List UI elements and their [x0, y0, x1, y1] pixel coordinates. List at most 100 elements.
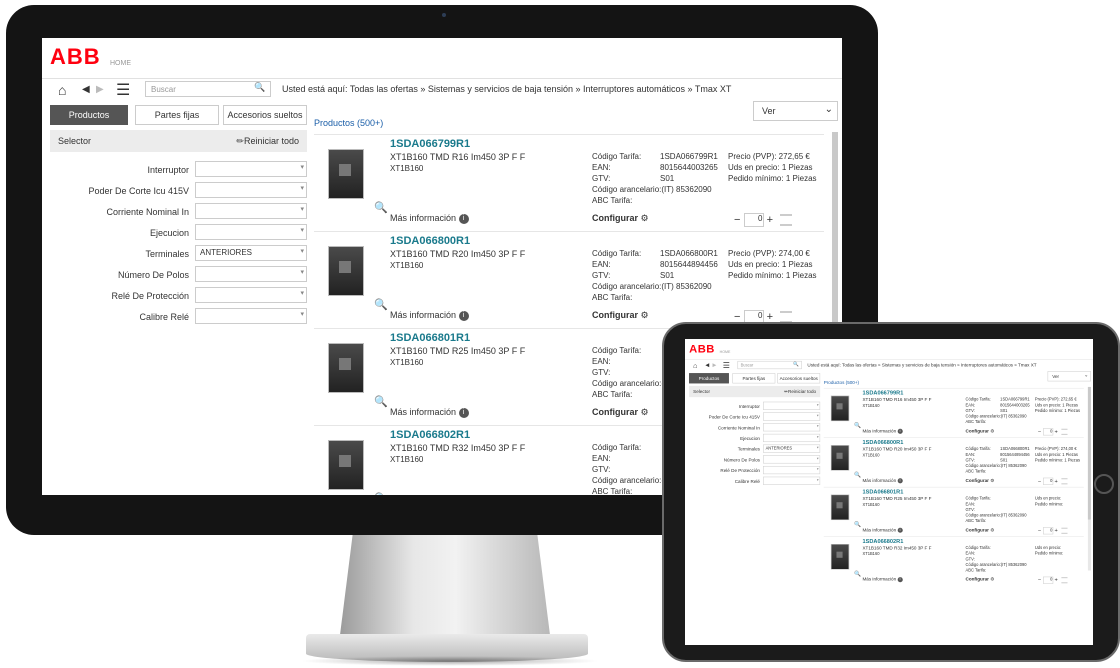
product-image[interactable] [830, 445, 850, 471]
product-image[interactable] [328, 149, 364, 199]
filter-select[interactable]: ▾ [763, 433, 821, 443]
info-icon[interactable]: i [897, 478, 903, 484]
product-id-link[interactable]: 1SDA066801R1 [390, 332, 470, 344]
info-icon[interactable]: i [897, 527, 903, 533]
configure-link[interactable]: Configurar ⚙ [592, 310, 649, 321]
gears-icon[interactable]: ⚙ [641, 407, 649, 417]
filter-select[interactable]: ▾ [763, 401, 821, 410]
zoom-icon[interactable]: 🔍 [854, 571, 861, 577]
more-info-link[interactable]: Más información i [862, 576, 903, 583]
search-icon[interactable]: 🔍 [793, 361, 799, 367]
filter-select[interactable]: ▾ [195, 161, 307, 177]
zoom-icon[interactable]: 🔍 [854, 472, 861, 478]
tab-accesorios-sueltos[interactable]: Accesorios sueltos [223, 105, 307, 125]
add-to-list-icon[interactable] [1061, 577, 1068, 584]
product-id-link[interactable]: 1SDA066800R1 [862, 439, 903, 445]
info-icon[interactable]: i [458, 213, 469, 224]
product-id-link[interactable]: 1SDA066799R1 [862, 390, 903, 396]
tab-partes-fijas[interactable]: Partes fijas [732, 373, 776, 384]
filter-select[interactable]: ▾ [195, 287, 307, 303]
filter-select[interactable]: ANTERIORES ▾ [763, 444, 821, 453]
quantity-input[interactable]: 0 [743, 213, 764, 227]
plus-button[interactable]: + [767, 214, 773, 226]
tab-productos[interactable]: Productos [50, 105, 128, 125]
filter-select[interactable]: ▾ [195, 182, 307, 198]
reset-all-link[interactable]: ✏Reiniciar todo [784, 389, 816, 395]
scrollbar[interactable] [1087, 386, 1091, 571]
gears-icon[interactable]: ⚙ [641, 310, 649, 320]
plus-button[interactable]: + [1055, 577, 1058, 583]
search-input[interactable]: Buscar [145, 81, 271, 97]
product-image[interactable] [328, 246, 364, 296]
scrollbar-thumb[interactable] [1087, 386, 1091, 520]
tab-partes-fijas[interactable]: Partes fijas [135, 105, 219, 125]
product-image[interactable] [830, 395, 850, 422]
menu-icon[interactable]: ☰ [116, 80, 130, 100]
configure-link[interactable]: Configurar ⚙ [592, 213, 649, 224]
filter-select[interactable]: ▾ [763, 465, 821, 475]
gears-icon[interactable]: ⚙ [990, 478, 994, 483]
tab-accesorios-sueltos[interactable]: Accesorios sueltos [777, 373, 821, 384]
quantity-input[interactable]: 0 [1042, 527, 1053, 535]
plus-button[interactable]: + [1055, 528, 1058, 534]
gears-icon[interactable]: ⚙ [990, 577, 994, 582]
more-info-link[interactable]: Más información i [390, 407, 469, 418]
more-info-link[interactable]: Más información i [862, 527, 903, 533]
view-select[interactable]: Ver ⌄ [753, 101, 838, 121]
abb-logo[interactable]: ABB [50, 44, 101, 70]
abb-logo[interactable]: ABB [689, 342, 715, 355]
info-icon[interactable]: i [897, 576, 903, 583]
gears-icon[interactable]: ⚙ [990, 428, 994, 433]
home-label[interactable]: HOME [720, 350, 731, 354]
zoom-icon[interactable]: 🔍 [854, 521, 861, 528]
tablet-home-button[interactable] [1094, 474, 1114, 494]
zoom-icon[interactable]: 🔍 [374, 201, 388, 214]
back-arrow-icon[interactable]: ◀ [705, 362, 709, 368]
product-image[interactable] [328, 343, 364, 393]
product-id-link[interactable]: 1SDA066801R1 [862, 489, 903, 495]
plus-button[interactable]: + [1055, 429, 1058, 435]
configure-link[interactable]: Configurar ⚙ [966, 428, 995, 434]
configure-link[interactable]: Configurar ⚙ [592, 407, 649, 418]
minus-button[interactable]: − [734, 214, 740, 226]
more-info-link[interactable]: Más información i [862, 478, 903, 484]
tab-productos[interactable]: Productos [689, 373, 729, 384]
filter-select[interactable]: ▾ [195, 266, 307, 282]
info-icon[interactable]: i [458, 407, 469, 418]
gears-icon[interactable]: ⚙ [990, 527, 994, 532]
minus-button[interactable]: − [1038, 429, 1041, 435]
quantity-input[interactable]: 0 [1042, 477, 1053, 485]
product-image[interactable] [830, 494, 850, 521]
filter-select[interactable]: ANTERIORES ▾ [195, 245, 307, 261]
zoom-icon[interactable]: 🔍 [374, 298, 388, 311]
minus-button[interactable]: − [1038, 528, 1041, 534]
search-icon[interactable]: 🔍 [254, 82, 265, 93]
home-icon[interactable]: ⌂ [693, 361, 697, 369]
product-image[interactable] [328, 440, 364, 490]
forward-arrow-icon[interactable]: ▶ [713, 362, 717, 368]
configure-link[interactable]: Configurar ⚙ [966, 478, 995, 484]
add-to-list-icon[interactable] [780, 214, 793, 226]
reset-all-link[interactable]: ✏Reiniciar todo [236, 136, 299, 147]
more-info-link[interactable]: Más información i [862, 428, 903, 434]
filter-select[interactable]: ▾ [195, 224, 307, 240]
configure-link[interactable]: Configurar ⚙ [966, 527, 995, 533]
product-id-link[interactable]: 1SDA066802R1 [862, 538, 903, 544]
product-id-link[interactable]: 1SDA066799R1 [390, 138, 470, 150]
filter-select[interactable]: ▾ [763, 476, 821, 485]
quantity-input[interactable]: 0 [1042, 576, 1053, 584]
filter-select[interactable]: ▾ [195, 203, 307, 219]
product-image[interactable] [830, 544, 850, 570]
more-info-link[interactable]: Más información i [390, 310, 469, 321]
quantity-input[interactable]: 0 [1042, 428, 1053, 436]
add-to-list-icon[interactable] [1061, 527, 1068, 534]
configure-link[interactable]: Configurar ⚙ [966, 577, 995, 583]
add-to-list-icon[interactable] [1061, 428, 1068, 435]
zoom-icon[interactable]: 🔍 [374, 492, 388, 495]
minus-button[interactable]: − [1038, 478, 1041, 484]
product-id-link[interactable]: 1SDA066800R1 [390, 235, 470, 247]
info-icon[interactable]: i [897, 428, 903, 434]
product-id-link[interactable]: 1SDA066802R1 [390, 429, 470, 441]
view-select[interactable]: Ver ⌄ [1047, 371, 1091, 382]
forward-arrow-icon[interactable]: ▶ [96, 84, 104, 95]
